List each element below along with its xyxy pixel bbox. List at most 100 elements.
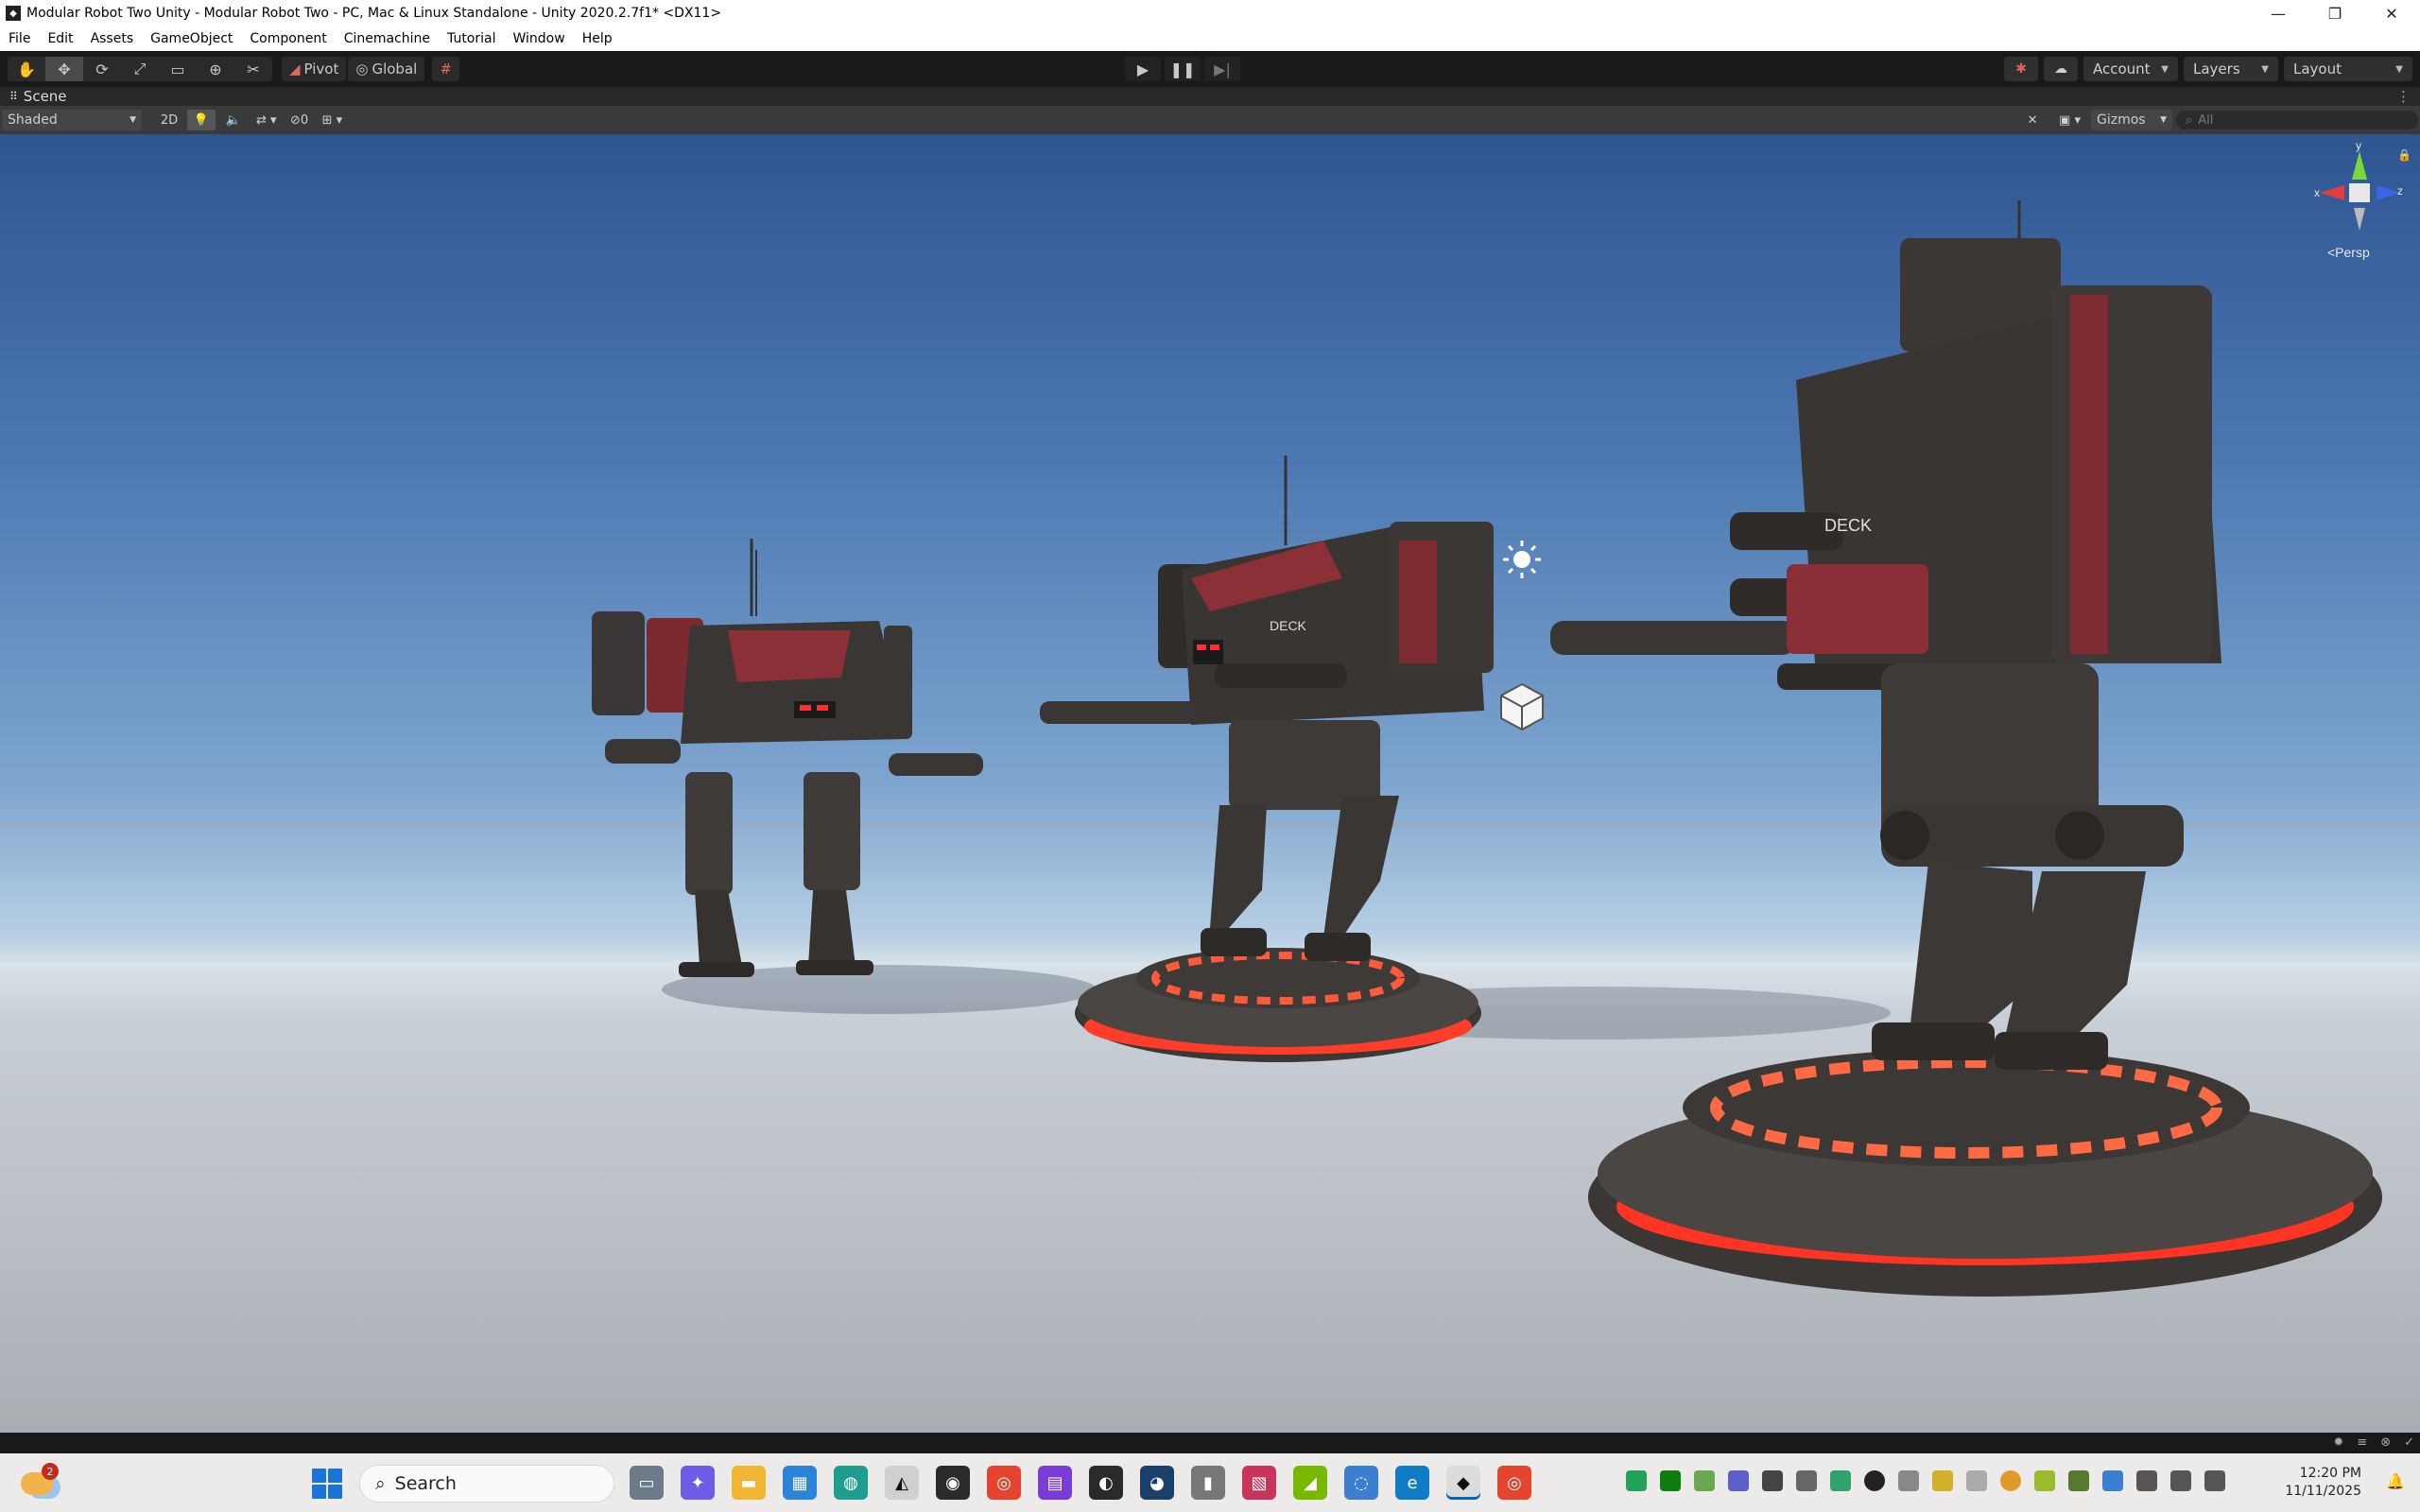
menu-file[interactable]: File <box>0 26 39 51</box>
window-title: Modular Robot Two Unity - Modular Robot … <box>26 6 722 21</box>
tray-ball-icon[interactable] <box>2000 1470 2021 1491</box>
layout-dropdown[interactable]: Layout ▼ <box>2284 57 2412 81</box>
menu-gameobject[interactable]: GameObject <box>142 26 241 51</box>
play-button-icon[interactable]: ▶ <box>1125 57 1161 81</box>
notification-bell-icon[interactable]: 🔔 <box>2386 1472 2407 1493</box>
bug-icon[interactable]: ✹ <box>2333 1435 2343 1450</box>
windows-taskbar: 2 ⌕ Search ▭ ✦ ▬ ▦ ◍ ◭ ◉ ◎ ▤ ◐ ◕ ▮ ▧ ◢ ◌… <box>0 1453 2420 1512</box>
tray-vs-icon[interactable] <box>1762 1470 1783 1491</box>
chevron-down-icon: ▼ <box>2395 63 2403 75</box>
network-icon[interactable]: ⊗ <box>2380 1435 2391 1450</box>
mode-2d-toggle[interactable]: 2D <box>155 110 183 130</box>
move-tool-icon[interactable]: ✥ <box>45 57 83 81</box>
file-explorer-icon[interactable]: ▬ <box>732 1466 766 1500</box>
scene-tab-label: Scene <box>23 88 67 105</box>
tray-game-icon[interactable] <box>1626 1470 1647 1491</box>
gizmos-dropdown[interactable]: Gizmos ▼ <box>2091 110 2172 130</box>
hand-tool-icon[interactable]: ✋ <box>8 57 45 81</box>
layers-icon[interactable]: ≡ <box>2357 1435 2367 1450</box>
maximize-button[interactable]: ❐ <box>2307 0 2363 26</box>
windows-start-icon[interactable] <box>312 1469 342 1499</box>
tray-hide-icon[interactable] <box>1898 1470 1919 1491</box>
grid-snap-button[interactable]: # <box>432 57 459 81</box>
cloud-icon[interactable]: ☁ <box>2044 57 2078 81</box>
scene-grid-icon: ⠿ <box>9 90 18 103</box>
tray-sync-icon[interactable] <box>2102 1470 2123 1491</box>
pivot-label: Pivot <box>303 60 339 77</box>
earth-icon[interactable]: ◌ <box>1344 1466 1378 1500</box>
chrome-icon[interactable]: ◎ <box>987 1466 1021 1500</box>
minimize-button[interactable]: — <box>2250 0 2307 26</box>
pivot-toggle[interactable]: ◢ Pivot <box>282 57 347 81</box>
transform-tools: ✋ ✥ ⟳ ⤢ ▭ ⊕ ✂ <box>8 57 272 81</box>
nvidia-icon[interactable]: ◢ <box>1293 1466 1327 1500</box>
weather-badge: 2 <box>42 1463 59 1480</box>
volume-icon[interactable] <box>2170 1470 2191 1491</box>
tab-scene[interactable]: ⠿ Scene <box>0 88 77 105</box>
copilot-icon[interactable]: ✦ <box>681 1466 715 1500</box>
alienware-icon[interactable]: ◭ <box>885 1466 919 1500</box>
audio-toggle-icon[interactable]: 🔈 <box>219 110 248 130</box>
global-toggle[interactable]: ◎ Global <box>348 57 425 81</box>
wifi-icon[interactable] <box>2136 1470 2157 1491</box>
menu-edit[interactable]: Edit <box>39 26 81 51</box>
tray-ime-icon[interactable] <box>1966 1470 1987 1491</box>
edge-icon[interactable]: e <box>1395 1466 1429 1500</box>
tray-teams-icon[interactable] <box>1728 1470 1749 1491</box>
chrome-profile-icon[interactable]: ◎ <box>1497 1466 1531 1500</box>
browser-globe-icon[interactable]: ◍ <box>834 1466 868 1500</box>
tray-yellow-icon[interactable] <box>1932 1470 1953 1491</box>
tray-g-icon[interactable] <box>1864 1470 1885 1491</box>
tray-xbox-icon[interactable] <box>1660 1470 1681 1491</box>
task-view-icon[interactable]: ▭ <box>630 1466 664 1500</box>
check-icon[interactable]: ✓ <box>2404 1435 2414 1450</box>
rect-tool-icon[interactable]: ▭ <box>159 57 197 81</box>
media-app-icon[interactable]: ▤ <box>1038 1466 1072 1500</box>
menu-window[interactable]: Window <box>504 26 573 51</box>
taskbar-clock[interactable]: 12:20 PM 11/11/2025 <box>2285 1465 2361 1501</box>
visibility-toggle[interactable]: ⊘ 0 <box>285 110 314 130</box>
camera-icon[interactable]: ▣ ▾ <box>2054 110 2085 130</box>
tray-font-icon[interactable] <box>1694 1470 1715 1491</box>
scene-toolbar-right: ✕ ▣ ▾ Gizmos ▼ ⌕ All <box>2014 110 2418 130</box>
tools-icon[interactable]: ✕ <box>2018 110 2047 130</box>
clipboard-icon[interactable]: ▧ <box>1242 1466 1276 1500</box>
lighting-toggle-icon[interactable]: 💡 <box>187 110 216 130</box>
step-button-icon[interactable]: ▶| <box>1204 57 1240 81</box>
collab-icon[interactable]: ✱ <box>2004 57 2038 81</box>
menu-cinemachine[interactable]: Cinemachine <box>336 26 439 51</box>
menu-component[interactable]: Component <box>241 26 335 51</box>
tray-leaf-icon[interactable] <box>2034 1470 2055 1491</box>
grid-toggle-icon[interactable]: ⊞ ▾ <box>318 110 348 130</box>
menu-help[interactable]: Help <box>574 26 621 51</box>
panel-menu-icon[interactable]: ⋮ <box>2396 88 2411 105</box>
scene-search-input[interactable]: ⌕ All <box>2176 111 2418 129</box>
scene-viewport[interactable]: DECK DECK x y z <Persp 🔒 <box>0 134 2420 1433</box>
battery-icon[interactable] <box>2204 1470 2225 1491</box>
global-label: Global <box>372 60 418 77</box>
layers-dropdown[interactable]: Layers ▼ <box>2184 57 2278 81</box>
taskbar-search-input[interactable]: ⌕ Search <box>359 1465 614 1503</box>
steam-icon[interactable]: ◕ <box>1140 1466 1174 1500</box>
pivot-icon: ◢ <box>289 60 301 77</box>
shading-mode-dropdown[interactable]: Shaded ▼ <box>2 110 142 130</box>
dark-app-icon[interactable]: ◉ <box>936 1466 970 1500</box>
menu-tutorial[interactable]: Tutorial <box>439 26 504 51</box>
pause-button-icon[interactable]: ❚❚ <box>1165 57 1201 81</box>
rotate-tool-icon[interactable]: ⟳ <box>83 57 121 81</box>
menu-assets[interactable]: Assets <box>82 26 143 51</box>
tray-green-icon[interactable] <box>1830 1470 1851 1491</box>
tray-grid-icon[interactable] <box>2068 1470 2089 1491</box>
store-icon[interactable]: ▦ <box>783 1466 817 1500</box>
weather-widget[interactable]: 2 <box>21 1463 59 1501</box>
effects-toggle-icon[interactable]: ⇄ ▾ <box>251 110 282 130</box>
obs-icon[interactable]: ◐ <box>1089 1466 1123 1500</box>
account-dropdown[interactable]: Account ▼ <box>2083 57 2178 81</box>
tray-cube-icon[interactable] <box>1796 1470 1817 1491</box>
custom-tool-icon[interactable]: ✂ <box>234 57 272 81</box>
close-button[interactable]: ✕ <box>2363 0 2420 26</box>
microphone-icon[interactable]: ▮ <box>1191 1466 1225 1500</box>
unity-taskbar-icon[interactable]: ◆ <box>1446 1466 1480 1500</box>
transform-tool-icon[interactable]: ⊕ <box>197 57 234 81</box>
scale-tool-icon[interactable]: ⤢ <box>121 57 159 81</box>
